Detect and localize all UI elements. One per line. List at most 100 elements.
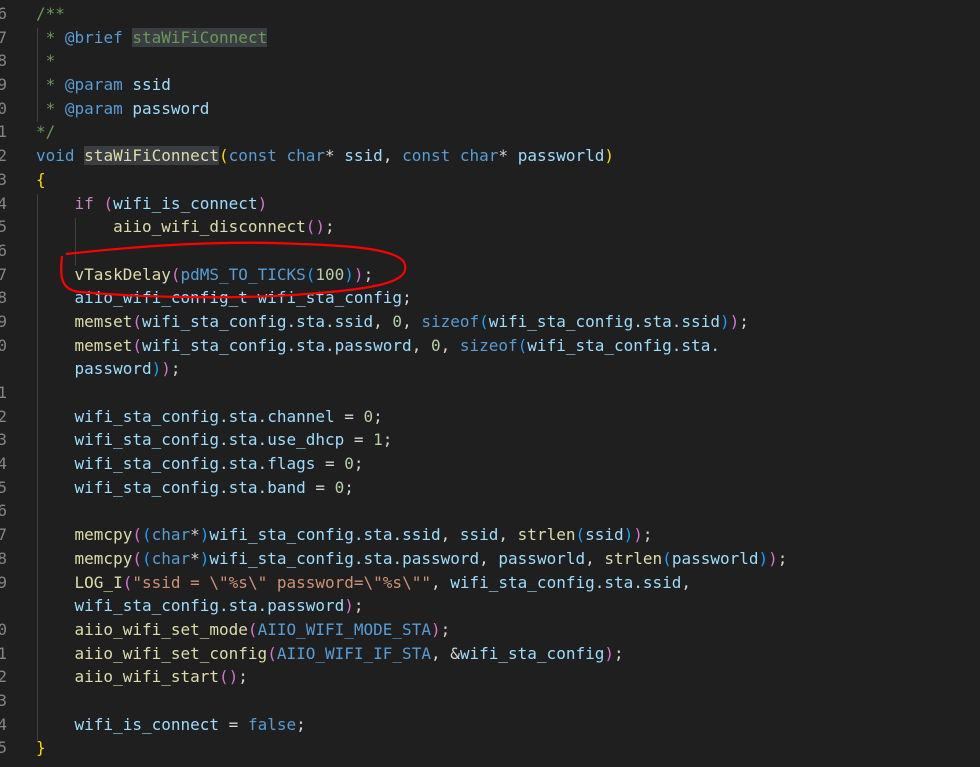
code-token: strlen bbox=[517, 525, 576, 545]
code-token: ( bbox=[575, 525, 586, 545]
code-token: memcpy bbox=[74, 525, 133, 545]
code-token: ; bbox=[344, 477, 354, 497]
code-token: , bbox=[681, 572, 692, 592]
code-token: ( bbox=[132, 311, 142, 331]
code-token: wifi_sta_config.sta.ssid bbox=[141, 311, 374, 331]
line-number: 3 bbox=[0, 430, 7, 450]
code-token: ; bbox=[353, 596, 364, 616]
code-line[interactable]: 8 aiio_wifi_config_t wifi_sta_config; bbox=[0, 286, 980, 310]
code-text: wifi_is_connect = false; bbox=[36, 713, 306, 737]
line-number: 8 bbox=[0, 51, 7, 71]
code-token: LOG_I bbox=[74, 572, 123, 592]
code-line[interactable]: 1 */ bbox=[0, 120, 980, 144]
code-line[interactable]: wifi_sta_config.sta.password); bbox=[0, 594, 980, 618]
code-token: wifi_sta_config.sta.password bbox=[141, 335, 412, 355]
code-line[interactable]: 7 * @brief staWiFiConnect bbox=[0, 26, 980, 50]
code-token: * bbox=[36, 51, 56, 71]
code-token: wifi_sta_config.sta.flags bbox=[74, 454, 316, 474]
code-token: ) bbox=[344, 264, 354, 284]
code-text: vTaskDelay(pdMS_TO_TICKS(100)); bbox=[36, 263, 374, 287]
code-token: ) bbox=[257, 193, 268, 213]
code-token: "ssid = \"%s\" password=\"%s\"" bbox=[132, 572, 431, 592]
code-text: * @param ssid bbox=[36, 73, 171, 97]
code-token: = bbox=[219, 714, 248, 734]
code-line[interactable]: 9 LOG_I("ssid = \"%s\" password=\"%s\"",… bbox=[0, 571, 980, 595]
code-token: ; bbox=[296, 714, 306, 734]
code-line[interactable]: 7 vTaskDelay(pdMS_TO_TICKS(100)); bbox=[0, 263, 980, 287]
line-number: 9 bbox=[0, 75, 7, 95]
code-line[interactable]: 4 wifi_sta_config.sta.flags = 0; bbox=[0, 452, 980, 476]
code-line[interactable]: 6 bbox=[0, 239, 980, 263]
code-line[interactable]: 0 memset(wifi_sta_config.sta.password, 0… bbox=[0, 334, 980, 358]
code-line[interactable]: 5 aiio_wifi_disconnect(); bbox=[0, 215, 980, 239]
code-token: () bbox=[219, 667, 239, 687]
code-token: wifi_sta_config.sta.ssid bbox=[450, 572, 682, 592]
code-token: memset bbox=[74, 335, 133, 355]
code-token: 1 bbox=[373, 430, 383, 450]
code-token: AIIO_WIFI_MODE_STA bbox=[257, 619, 431, 639]
code-token: ) bbox=[623, 525, 634, 545]
code-text: memcpy((char*)wifi_sta_config.sta.ssid, … bbox=[36, 523, 653, 547]
code-token: void bbox=[36, 146, 75, 166]
code-token: ) bbox=[604, 146, 615, 166]
code-line[interactable]: 9 * @param ssid bbox=[0, 73, 980, 97]
code-line[interactable]: 2 aiio_wifi_start(); bbox=[0, 665, 980, 689]
indent-guide bbox=[37, 194, 38, 740]
code-line[interactable]: 6 /** bbox=[0, 2, 980, 26]
code-token: ; bbox=[402, 288, 412, 308]
code-token: , bbox=[402, 311, 422, 331]
code-token: ( bbox=[305, 264, 316, 284]
code-token: const bbox=[228, 146, 277, 166]
code-token: if bbox=[74, 193, 94, 213]
code-line[interactable]: 3{ bbox=[0, 168, 980, 192]
code-token: } bbox=[36, 738, 46, 758]
code-line[interactable]: 1 bbox=[0, 381, 980, 405]
code-line[interactable]: 4 wifi_is_connect = false; bbox=[0, 713, 980, 737]
code-token: ; bbox=[363, 264, 374, 284]
code-token: /** bbox=[36, 4, 65, 23]
code-line[interactable]: 3 wifi_sta_config.sta.use_dhcp = 1; bbox=[0, 428, 980, 452]
line-number: 2 bbox=[0, 667, 7, 687]
code-token: = bbox=[344, 430, 374, 450]
code-line[interactable]: 2 void staWiFiConnect(const char* ssid, c… bbox=[0, 144, 980, 168]
code-line[interactable]: 8 * bbox=[0, 49, 980, 73]
line-number: 7 bbox=[0, 264, 7, 284]
code-token: ssid bbox=[344, 146, 383, 166]
code-line[interactable]: 5} bbox=[0, 736, 980, 760]
code-text: password)); bbox=[36, 357, 181, 381]
code-line[interactable]: 4 if (wifi_is_connect) bbox=[0, 192, 980, 216]
line-number: 7 bbox=[0, 27, 7, 47]
code-line[interactable]: 2 wifi_sta_config.sta.channel = 0; bbox=[0, 405, 980, 429]
line-number: 5 bbox=[0, 477, 7, 497]
code-line[interactable]: 9 memset(wifi_sta_config.sta.ssid, 0, si… bbox=[0, 310, 980, 334]
code-line[interactable]: 5 wifi_sta_config.sta.band = 0; bbox=[0, 476, 980, 500]
code-line[interactable]: 0 aiio_wifi_set_mode(AIIO_WIFI_MODE_STA)… bbox=[0, 618, 980, 642]
code-token: ( bbox=[247, 619, 258, 639]
code-line[interactable]: 7 memcpy((char*)wifi_sta_config.sta.ssid… bbox=[0, 523, 980, 547]
code-token: ; bbox=[353, 454, 364, 474]
code-line[interactable]: 0 * @param password bbox=[0, 97, 980, 121]
code-line[interactable]: 6 bbox=[0, 499, 980, 523]
code-token: char bbox=[151, 548, 191, 568]
code-token: ; bbox=[777, 548, 788, 568]
code-token: wifi_sta_config.sta.password bbox=[74, 596, 345, 616]
code-line[interactable]: 8 memcpy((char*)wifi_sta_config.sta.pass… bbox=[0, 547, 980, 571]
code-token: wifi_sta_config.sta.use_dhcp bbox=[74, 430, 345, 450]
code-token: , bbox=[430, 572, 451, 592]
code-line[interactable]: 3 bbox=[0, 689, 980, 713]
line-number: 1 bbox=[0, 643, 7, 663]
code-token: aiio_wifi_set_mode bbox=[74, 619, 248, 639]
code-token: ) bbox=[430, 619, 441, 639]
code-token: ) bbox=[729, 311, 740, 331]
code-token: wifi_sta_config bbox=[459, 643, 605, 663]
code-editor[interactable]: 6/** 7 * @brief staWiFiConnect 8 * 9 * @par… bbox=[0, 2, 980, 760]
code-token: ) bbox=[604, 643, 614, 663]
code-line[interactable]: password)); bbox=[0, 357, 980, 381]
code-line[interactable]: 1 aiio_wifi_set_config(AIIO_WIFI_IF_STA,… bbox=[0, 642, 980, 666]
indent-guide bbox=[75, 218, 76, 266]
